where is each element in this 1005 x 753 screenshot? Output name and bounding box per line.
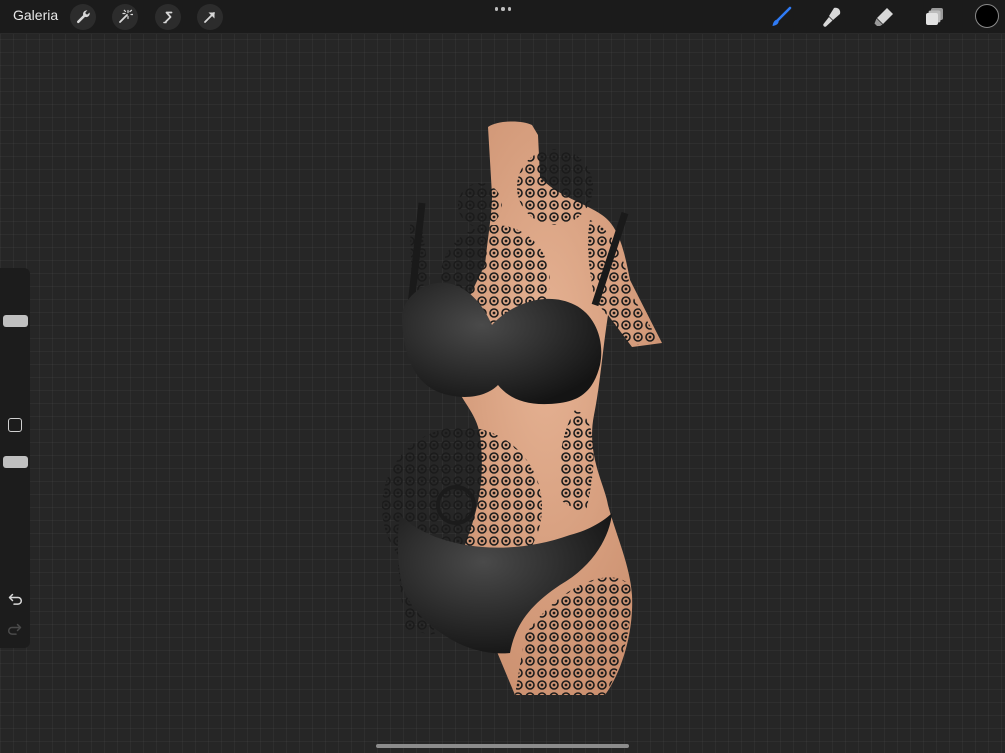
undo-button[interactable] — [6, 590, 24, 608]
dot-icon — [501, 7, 505, 11]
brush-tool-button[interactable] — [768, 4, 794, 30]
smudge-tool-button[interactable] — [819, 4, 845, 30]
redo-button[interactable] — [6, 620, 24, 638]
brush-opacity-slider[interactable] — [0, 444, 30, 574]
layers-button[interactable] — [922, 4, 948, 30]
brush-size-slider[interactable] — [0, 272, 30, 396]
arrow-icon — [204, 12, 215, 23]
redo-icon — [8, 623, 22, 635]
selection-s-icon — [163, 11, 173, 24]
layers-icon — [926, 8, 943, 25]
top-toolbar: Galeria — [0, 0, 1005, 34]
undo-icon — [8, 593, 22, 605]
adjustments-button[interactable] — [112, 4, 138, 30]
color-picker-button[interactable] — [975, 4, 999, 28]
eraser-tool-button[interactable] — [871, 4, 897, 30]
transform-button[interactable] — [197, 4, 223, 30]
dot-icon — [494, 7, 499, 11]
mandala-collar — [458, 183, 502, 227]
modify-button[interactable] — [8, 418, 22, 432]
mandala-neck — [517, 149, 593, 225]
actions-button[interactable] — [70, 4, 96, 30]
left-sidebar — [0, 268, 30, 648]
home-indicator[interactable] — [376, 744, 629, 748]
brush-icon — [772, 6, 792, 26]
brush-opacity-slider-thumb[interactable] — [3, 456, 28, 468]
selection-button[interactable] — [155, 4, 181, 30]
wrench-icon — [76, 10, 90, 24]
dot-icon — [507, 7, 512, 11]
smudge-icon — [823, 7, 841, 27]
canvas-3d-model[interactable] — [380, 115, 680, 700]
gallery-button[interactable]: Galeria — [13, 7, 58, 23]
magic-wand-icon — [119, 9, 133, 23]
brush-size-slider-thumb[interactable] — [3, 315, 28, 327]
eraser-icon — [874, 8, 893, 26]
more-options-button[interactable] — [492, 3, 514, 15]
